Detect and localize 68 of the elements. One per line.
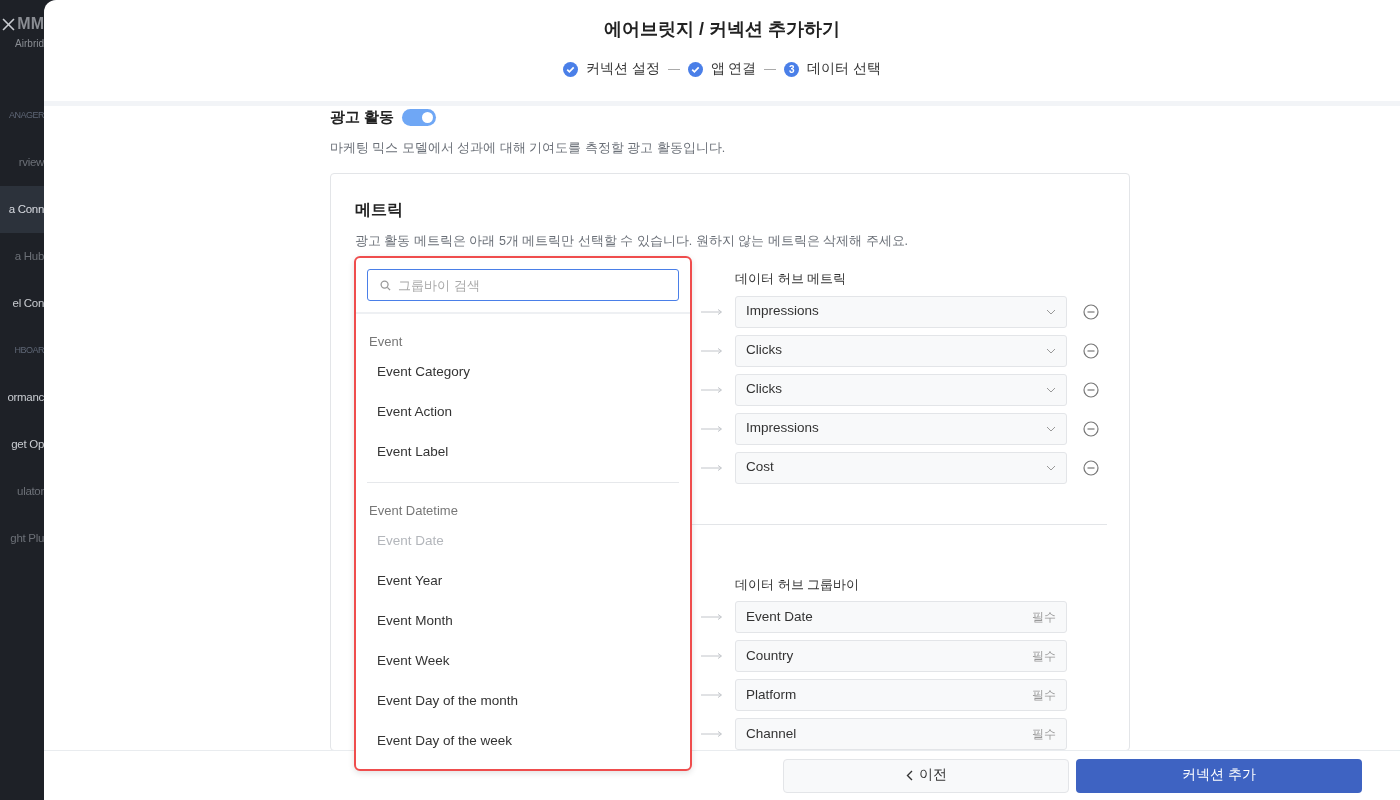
column-header: 데이터 허브 그룹바이 (735, 575, 860, 594)
metric-select[interactable]: Clicks (735, 373, 1067, 406)
chevron-down-icon (1046, 308, 1056, 315)
add-connection-button[interactable]: 커넥션 추가 (1076, 758, 1362, 793)
arrow-icon (701, 730, 723, 738)
logo-subtitle: Airbrid (15, 37, 44, 51)
arrow-icon (701, 613, 723, 621)
search-icon (380, 280, 391, 291)
remove-button[interactable] (1083, 459, 1099, 476)
chevron-down-icon (1046, 464, 1056, 471)
arrow-icon (701, 652, 723, 660)
field-value: Platform (746, 685, 797, 704)
arrow-icon (701, 307, 723, 316)
step-label: 커넥션 설정 (585, 60, 660, 78)
remove-button[interactable] (1083, 420, 1099, 437)
dropdown-item[interactable]: Event Category (356, 352, 690, 392)
field-value: Country (746, 646, 794, 665)
group-label: Event Datetime (368, 502, 459, 520)
group-label: Event (368, 333, 404, 351)
step-label: 앱 연결 (710, 60, 757, 78)
section-description: 마케팅 믹스 모델에서 성과에 대해 기여도를 측정할 광고 활동입니다. (330, 139, 727, 157)
field-value: Channel (746, 724, 797, 743)
metric-select[interactable]: Impressions (735, 295, 1067, 328)
required-label: 필수 (1032, 609, 1056, 626)
remove-button[interactable] (1083, 381, 1099, 398)
dropdown-item[interactable]: Event Month (356, 601, 690, 641)
sidebar-item[interactable]: a Conn (0, 186, 44, 233)
column-header: 데이터 허브 메트릭 (735, 270, 847, 288)
required-label: 필수 (1032, 687, 1056, 704)
dropdown-item[interactable]: Event Day of the week (356, 721, 690, 761)
remove-button[interactable] (1083, 342, 1099, 359)
chevron-down-icon (1046, 386, 1056, 393)
arrow-icon (701, 691, 723, 699)
close-button[interactable] (1, 16, 17, 32)
metric-select[interactable]: Cost (735, 451, 1067, 484)
logo-text: MM (17, 16, 44, 32)
back-button[interactable]: 이전 (783, 758, 1069, 793)
section-description: 광고 활동 메트릭은 아래 5개 메트릭만 선택할 수 있습니다. 원하지 않는 메트릭은 삭제해 주세요. (355, 233, 910, 251)
chevron-left-icon (905, 770, 913, 781)
dropdown-item[interactable]: Event Year (356, 561, 690, 601)
step-label: 데이터 선택 (807, 60, 882, 78)
step-number: 3 (784, 61, 800, 77)
search-field[interactable]: 그룹바이 검색 (367, 269, 679, 301)
field-value: Event Date (746, 607, 813, 626)
dropdown-item[interactable]: Event Action (356, 392, 690, 432)
chevron-down-icon (1046, 425, 1056, 432)
metric-select[interactable]: Impressions (735, 412, 1067, 445)
required-label: 필수 (1032, 648, 1056, 665)
modal-title: 에어브릿지 / 커넥션 추가하기 (604, 18, 840, 41)
dropdown-item[interactable]: Event Day of the month (356, 681, 690, 721)
sidebar-item[interactable]: ormanc (0, 374, 44, 421)
sidebar-item[interactable]: get Op (0, 421, 44, 468)
dropdown-item[interactable]: Event Label (356, 432, 690, 472)
arrow-icon (701, 463, 723, 472)
remove-button[interactable] (1083, 303, 1099, 320)
chevron-down-icon (1046, 347, 1056, 354)
arrow-icon (701, 424, 723, 433)
sidebar-item[interactable]: el Con (0, 280, 44, 327)
dropdown-item[interactable]: Event Week (356, 641, 690, 681)
section-label: 광고 활동 (330, 107, 395, 127)
toggle-switch[interactable] (402, 108, 437, 126)
sidebar-section-label: HBOAR (13, 343, 44, 357)
required-label: 필수 (1032, 726, 1056, 743)
arrow-icon (701, 385, 723, 394)
arrow-icon (701, 346, 723, 355)
section-title: 메트릭 (355, 200, 404, 221)
sidebar-section-label: ANAGER (8, 108, 44, 122)
metric-select[interactable]: Clicks (735, 334, 1067, 367)
